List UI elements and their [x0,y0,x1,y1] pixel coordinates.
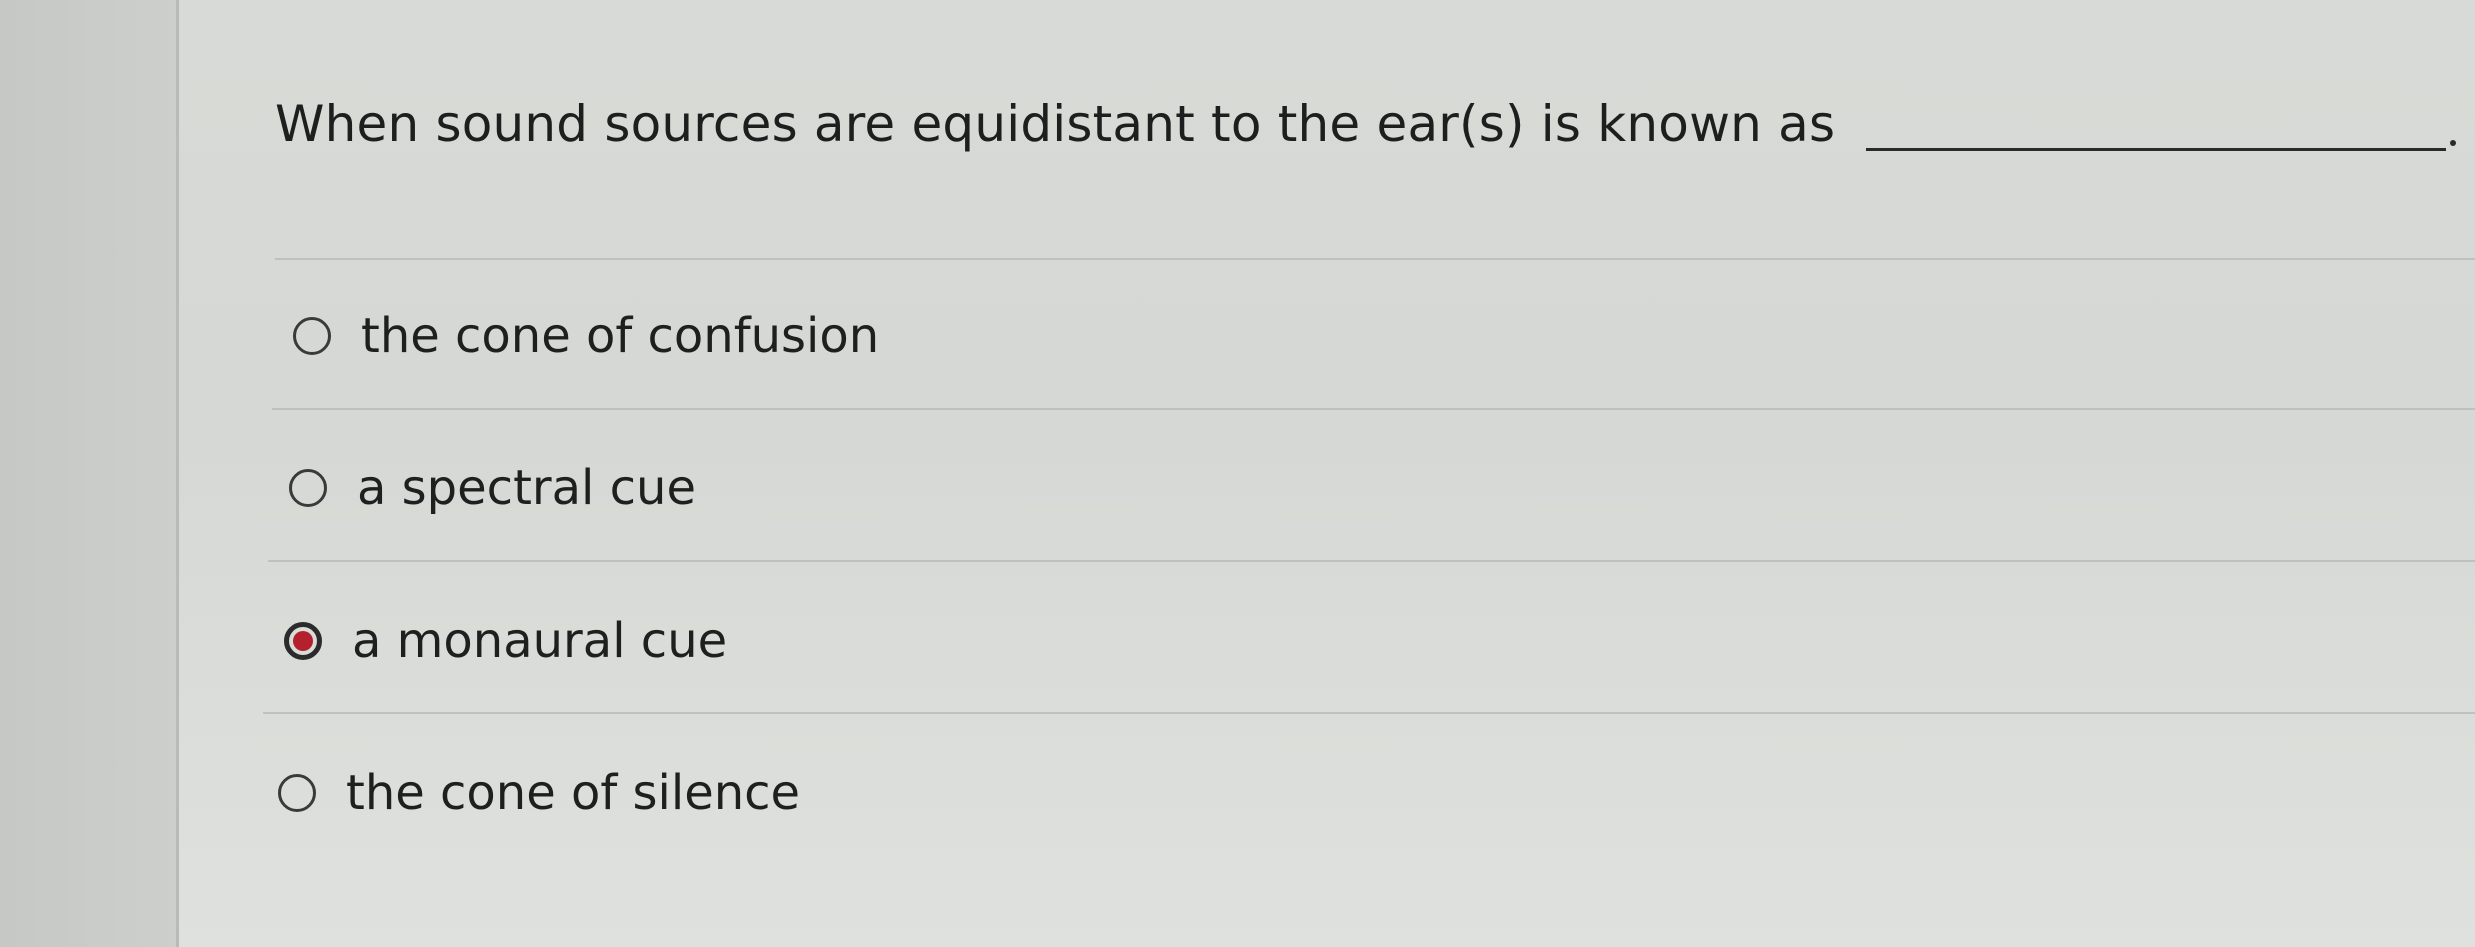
option-label: the cone of silence [346,765,801,821]
question-text: When sound sources are equidistant to th… [275,95,1836,153]
radio-unchecked-icon[interactable] [278,774,316,812]
divider [263,712,2475,714]
radio-checked-icon[interactable] [284,622,322,660]
divider [275,258,2475,260]
divider [272,408,2475,410]
radio-unchecked-icon[interactable] [293,317,331,355]
option-label: the cone of confusion [361,308,880,364]
left-gutter [0,0,178,947]
option-monaural-cue[interactable]: a monaural cue [284,613,727,669]
radio-unchecked-icon[interactable] [289,469,327,507]
option-cone-of-confusion[interactable]: the cone of confusion [293,308,879,364]
blank-period [2450,140,2456,146]
option-label: a spectral cue [357,460,696,516]
option-label: a monaural cue [352,613,728,669]
option-cone-of-silence[interactable]: the cone of silence [278,765,800,821]
answer-blank [1866,148,2446,151]
option-spectral-cue[interactable]: a spectral cue [289,460,696,516]
divider [268,560,2475,562]
